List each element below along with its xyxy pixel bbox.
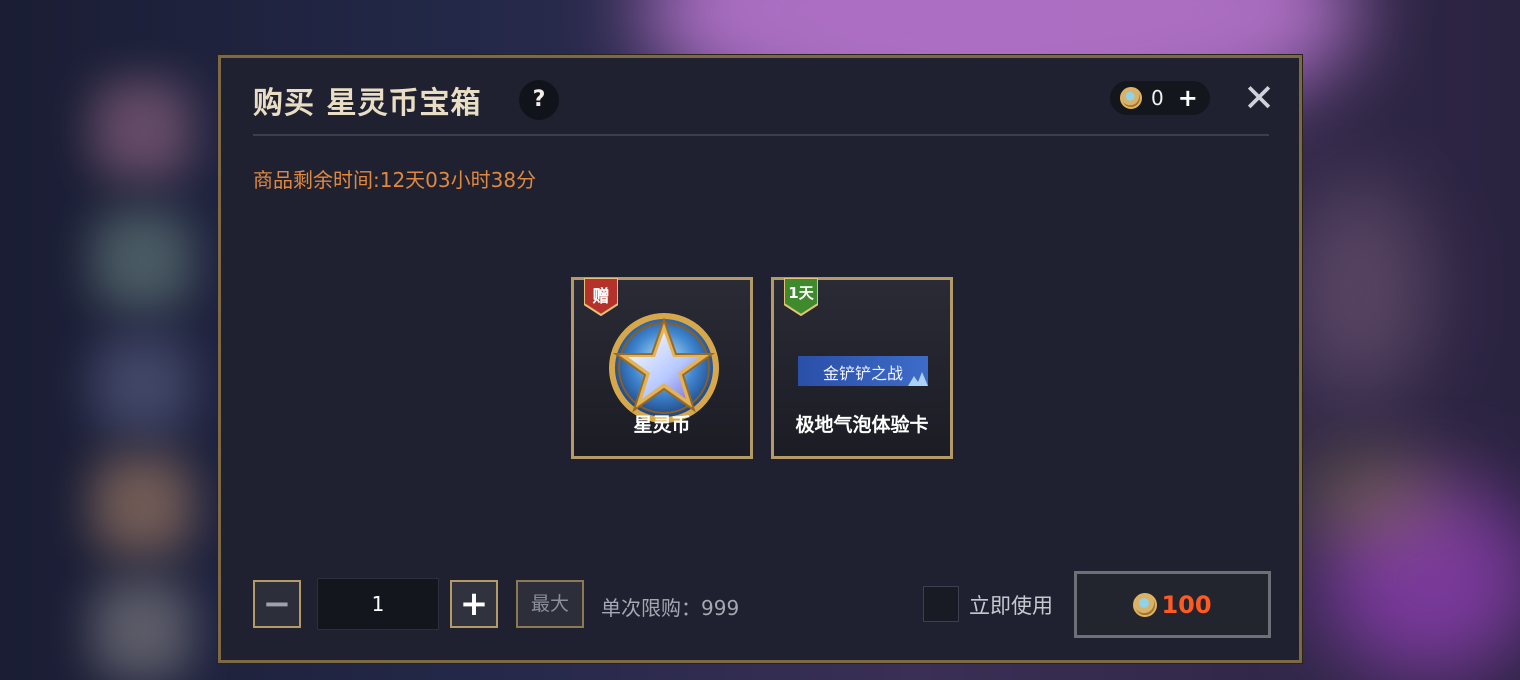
close-button[interactable]: ✕ <box>1241 78 1277 118</box>
star-coin-icon <box>1120 87 1142 109</box>
title-divider <box>253 134 1269 136</box>
item-card-experience-card[interactable]: 1天 金铲铲之战 极地气泡体验卡 <box>771 277 953 459</box>
purchase-limit: 单次限购：999 <box>601 596 740 620</box>
add-currency-button[interactable]: + <box>1178 86 1198 110</box>
use-now-label[interactable]: 立即使用 <box>969 590 1053 620</box>
price-amount: 100 <box>1161 590 1212 619</box>
decrease-quantity-button[interactable]: − <box>253 580 301 628</box>
currency-amount: 0 <box>1151 86 1164 110</box>
help-button[interactable]: ? <box>519 80 559 120</box>
item-name: 星灵币 <box>633 414 691 436</box>
gift-badge-label: 赠 <box>592 287 610 307</box>
max-quantity-button[interactable]: 最大 <box>516 580 584 628</box>
quantity-input[interactable] <box>317 578 439 630</box>
increase-quantity-button[interactable]: + <box>450 580 498 628</box>
remaining-time: 商品剩余时间:12天03小时38分 <box>253 168 537 192</box>
item-card-star-coin[interactable]: 赠 星灵币 <box>571 277 753 459</box>
item-name: 极地气泡体验卡 <box>795 414 929 436</box>
star-coin-icon <box>1133 592 1158 617</box>
purchase-dialog: 购买 星灵币宝箱 ? 0 + ✕ 商品剩余时间:12天03小时38分 赠 星灵币… <box>217 54 1303 664</box>
currency-balance: 0 + <box>1110 81 1210 115</box>
use-now-checkbox[interactable] <box>923 586 959 622</box>
buy-button[interactable]: 100 <box>1074 571 1271 638</box>
star-coin-icon <box>609 313 719 423</box>
banner-label: 金铲铲之战 <box>822 364 903 383</box>
dialog-title: 购买 星灵币宝箱 <box>253 86 482 121</box>
duration-badge-label: 1天 <box>788 284 814 302</box>
